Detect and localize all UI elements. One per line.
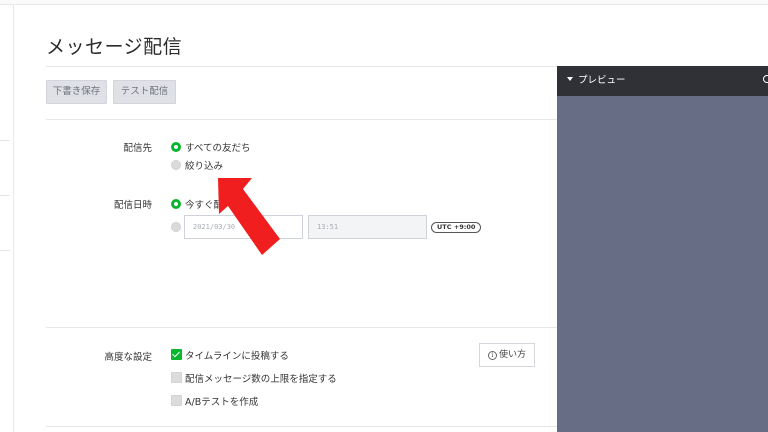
- red-arrow-annotation: [218, 178, 280, 255]
- timezone-badge: UTC +9:00: [431, 222, 482, 233]
- advanced-settings-label: 高度な設定: [104, 352, 152, 363]
- post-timeline-label[interactable]: タイムラインに投稿する: [185, 348, 289, 362]
- test-send-button[interactable]: テスト配信: [113, 80, 176, 104]
- sidebar-divider: [0, 250, 10, 251]
- schedule-now-radio[interactable]: [171, 199, 181, 209]
- schedule-divider: [46, 327, 557, 328]
- advanced-divider: [46, 426, 557, 427]
- page-title: メッセージ配信: [46, 36, 183, 58]
- info-icon: i: [487, 351, 497, 360]
- arrow-shape: [218, 178, 280, 255]
- recipients-all-radio[interactable]: [171, 142, 181, 152]
- title-divider: [46, 66, 557, 67]
- recipients-all-label[interactable]: すべての友だち: [185, 140, 250, 154]
- ab-test-checkbox[interactable]: [171, 395, 182, 406]
- toolbar-divider: [46, 119, 557, 120]
- preview-panel: プレビュー: [557, 66, 768, 432]
- time-input[interactable]: 13:51: [308, 215, 427, 239]
- message-limit-checkbox[interactable]: [171, 372, 182, 383]
- sidebar-divider: [0, 195, 10, 196]
- caret-down-icon: [567, 77, 573, 81]
- top-bar: [0, 0, 768, 5]
- recipients-label: 配信先: [123, 143, 152, 154]
- message-limit-label[interactable]: 配信メッセージ数の上限を指定する: [185, 371, 337, 385]
- save-draft-button[interactable]: 下書き保存: [46, 80, 107, 104]
- ab-test-label[interactable]: A/Bテストを作成: [185, 394, 258, 408]
- sidebar-divider: [0, 140, 10, 141]
- preview-title: プレビュー: [578, 75, 626, 86]
- preview-header[interactable]: プレビュー: [557, 66, 768, 96]
- post-timeline-checkbox[interactable]: [171, 349, 182, 360]
- recipients-filter-radio[interactable]: [171, 160, 181, 170]
- schedule-label: 配信日時: [113, 200, 152, 211]
- left-sidebar-rail: [0, 5, 14, 432]
- preview-control-icon[interactable]: [763, 75, 768, 83]
- schedule-specific-radio[interactable]: [171, 222, 181, 232]
- howto-button[interactable]: i 使い方: [479, 343, 535, 367]
- howto-label: 使い方: [498, 350, 526, 360]
